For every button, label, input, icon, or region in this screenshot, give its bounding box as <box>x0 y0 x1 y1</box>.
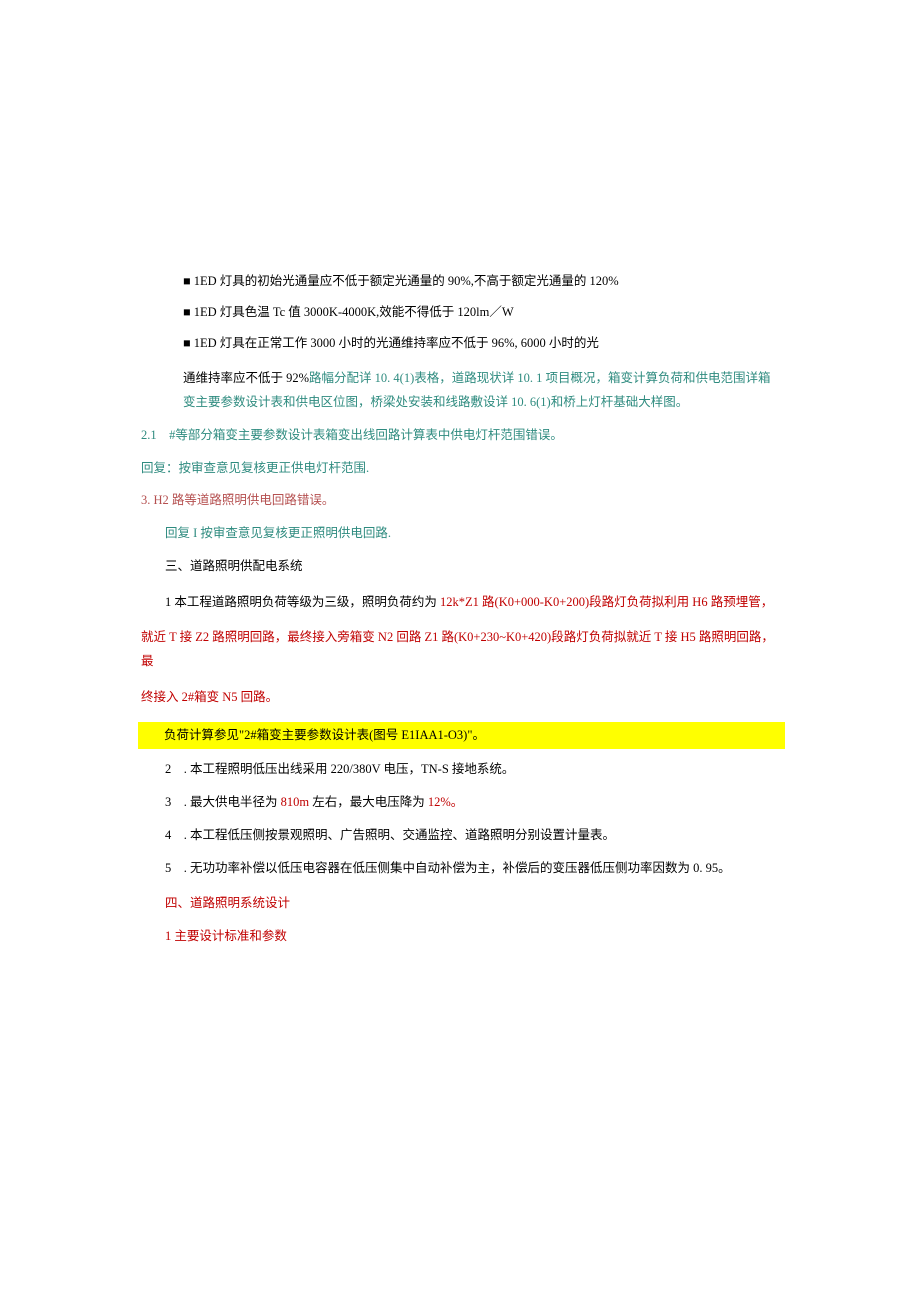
num-3-c: 左右，最大电压降为 <box>312 795 428 809</box>
highlight-wrap: 负荷计算参见"2#箱变主要参数设计表(图号 E1IAA1-O3)"。 <box>138 722 785 750</box>
para-4: 终接入 2#箱变 N5 回路。 <box>141 686 782 710</box>
para-3: 就近 T 接 Z2 路照明回路，最终接入旁箱变 N2 回路 Z1 路(K0+23… <box>141 626 782 674</box>
num-4: 4 . 本工程低压侧按景观照明、广告照明、交通监控、道路照明分别设置计量表。 <box>141 824 782 848</box>
heading-4-sub: 1 主要设计标准和参数 <box>141 925 782 949</box>
bullet-3: 1ED 灯具在正常工作 3000 小时的光通维持率应不低于 96%, 6000 … <box>141 332 782 356</box>
reply-1: 回复：按审查意见复核更正供电灯杆范围. <box>141 457 782 481</box>
bullet-1: 1ED 灯具的初始光通量应不低于额定光通量的 90%,不高于额定光通量的 120… <box>141 270 782 294</box>
heading-4: 四、道路照明系统设计 <box>141 892 782 916</box>
sec-3: 3. H2 路等道路照明供电回路错误。 <box>141 489 782 513</box>
num-3: 3 . 最大供电半径为 810m 左右，最大电压降为 12%。 <box>141 791 782 815</box>
num-3-d: 12%。 <box>428 795 463 809</box>
num-5: 5 . 无功功率补偿以低压电容器在低压侧集中自动补偿为主，补偿后的变压器低压侧功… <box>141 857 782 881</box>
num-3-a: 3 . 最大供电半径为 <box>165 795 281 809</box>
num-3-b: 810m <box>281 795 313 809</box>
num-2: 2 . 本工程照明低压出线采用 220/380V 电压，TN-S 接地系统。 <box>141 758 782 782</box>
sec-2-1: 2.1 #等部分箱变主要参数设计表箱变出线回路计算表中供电灯杆范围错误。 <box>141 424 782 448</box>
bullet-2: 1ED 灯具色温 Tc 值 3000K-4000K,效能不得低于 120lm／W <box>141 301 782 325</box>
para-continuation: 通维持率应不低于 92%路幅分配详 10. 4(1)表格，道路现状详 10. 1… <box>141 367 782 415</box>
para-2: 1 本工程道路照明负荷等级为三级，照明负荷约为 12k*Z1 路(K0+000-… <box>141 591 782 615</box>
para-cont-black: 通维持率应不低于 92% <box>183 371 309 385</box>
heading-3: 三、道路照明供配电系统 <box>141 555 782 579</box>
highlight-text: 负荷计算参见"2#箱变主要参数设计表(图号 E1IAA1-O3)"。 <box>138 722 785 750</box>
para-2-red: 12k*Z1 路(K0+000-K0+200)段路灯负荷拟利用 H6 路预埋管， <box>440 595 773 609</box>
reply-2: 回复 I 按审查意见复核更正照明供电回路. <box>141 522 782 546</box>
para-2-black: 1 本工程道路照明负荷等级为三级，照明负荷约为 <box>165 595 440 609</box>
